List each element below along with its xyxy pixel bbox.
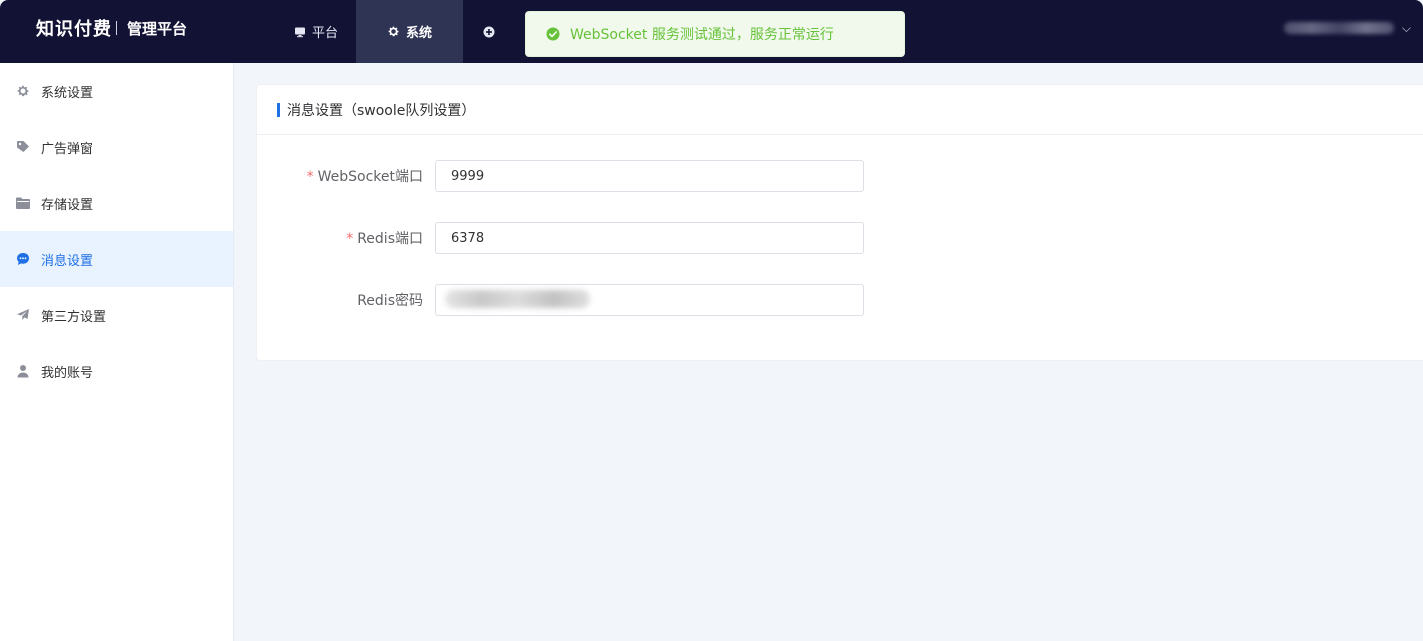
- plus-circle-icon: [483, 26, 495, 38]
- settings-card: 消息设置（swoole队列设置） *WebSocket端口 *Redis端口 R…: [256, 84, 1423, 361]
- success-toast: WebSocket 服务测试通过，服务正常运行: [525, 11, 905, 57]
- folder-icon: [16, 196, 30, 210]
- form-row-redis-port: * Redis端口: [257, 222, 1423, 254]
- redis-password-input[interactable]: [435, 284, 864, 316]
- tab-platform[interactable]: 平台: [276, 0, 356, 63]
- card-header: 消息设置（swoole队列设置）: [257, 85, 1423, 135]
- chat-bubble-icon: [16, 252, 30, 266]
- sidebar-item-label: 存储设置: [41, 197, 94, 213]
- field-label: Redis端口: [357, 231, 423, 247]
- tab-platform-label: 平台: [312, 26, 339, 41]
- paper-plane-icon: [16, 308, 30, 322]
- title-accent-bar: [277, 102, 280, 117]
- sidebar-item-label: 我的账号: [41, 365, 94, 381]
- gear-icon: [387, 25, 400, 38]
- sidebar-item-message-settings[interactable]: 消息设置: [0, 231, 233, 287]
- form-row-redis-password: Redis密码: [257, 284, 1423, 316]
- sidebar-item-my-account[interactable]: 我的账号: [0, 343, 233, 399]
- sidebar-item-system-settings[interactable]: 系统设置: [0, 63, 233, 119]
- tag-icon: [16, 140, 30, 154]
- form-row-websocket-port: * WebSocket端口: [257, 160, 1423, 192]
- chevron-down-icon: ⌵: [1401, 20, 1411, 35]
- required-asterisk: *: [346, 231, 354, 247]
- card-title: 消息设置（swoole队列设置）: [287, 102, 476, 119]
- tab-system-label: 系统: [406, 26, 433, 41]
- top-nav: 平台 系统: [276, 0, 513, 63]
- redis-port-input[interactable]: [435, 222, 864, 254]
- tab-system[interactable]: 系统: [356, 0, 464, 63]
- required-asterisk: *: [306, 169, 314, 185]
- gear-icon: [16, 84, 30, 98]
- sidebar-item-label: 系统设置: [41, 85, 94, 101]
- field-label: WebSocket端口: [317, 169, 423, 185]
- brand-divider: [116, 21, 117, 35]
- redis-port-label: * Redis端口: [257, 228, 435, 248]
- sidebar-item-ad-popup[interactable]: 广告弹窗: [0, 119, 233, 175]
- sidebar-item-third-party[interactable]: 第三方设置: [0, 287, 233, 343]
- redis-password-wrapper: [435, 284, 864, 316]
- sidebar-item-label: 广告弹窗: [41, 141, 94, 157]
- brand-subtitle: 管理平台: [127, 19, 188, 38]
- brand-main-title: 知识付费: [36, 19, 112, 40]
- sidebar: 系统设置 广告弹窗 存储设置 消息设置 第三方设置 我的账号: [0, 63, 234, 641]
- check-circle-icon: [546, 27, 560, 41]
- field-label: Redis密码: [357, 293, 423, 309]
- tab-third[interactable]: [463, 0, 513, 63]
- websocket-port-label: * WebSocket端口: [257, 166, 435, 186]
- monitor-icon: [294, 26, 306, 38]
- user-name-blurred: [1283, 22, 1394, 34]
- brand-logo[interactable]: 知识付费 管理平台: [36, 14, 187, 42]
- websocket-port-input[interactable]: [435, 160, 864, 192]
- toast-message: WebSocket 服务测试通过，服务正常运行: [570, 27, 834, 43]
- sidebar-item-label: 消息设置: [41, 253, 94, 269]
- sidebar-item-label: 第三方设置: [41, 309, 107, 325]
- sidebar-item-storage-settings[interactable]: 存储设置: [0, 175, 233, 231]
- user-menu[interactable]: ⌵: [1283, 18, 1411, 38]
- user-icon: [16, 364, 30, 378]
- redis-password-label: Redis密码: [257, 290, 435, 310]
